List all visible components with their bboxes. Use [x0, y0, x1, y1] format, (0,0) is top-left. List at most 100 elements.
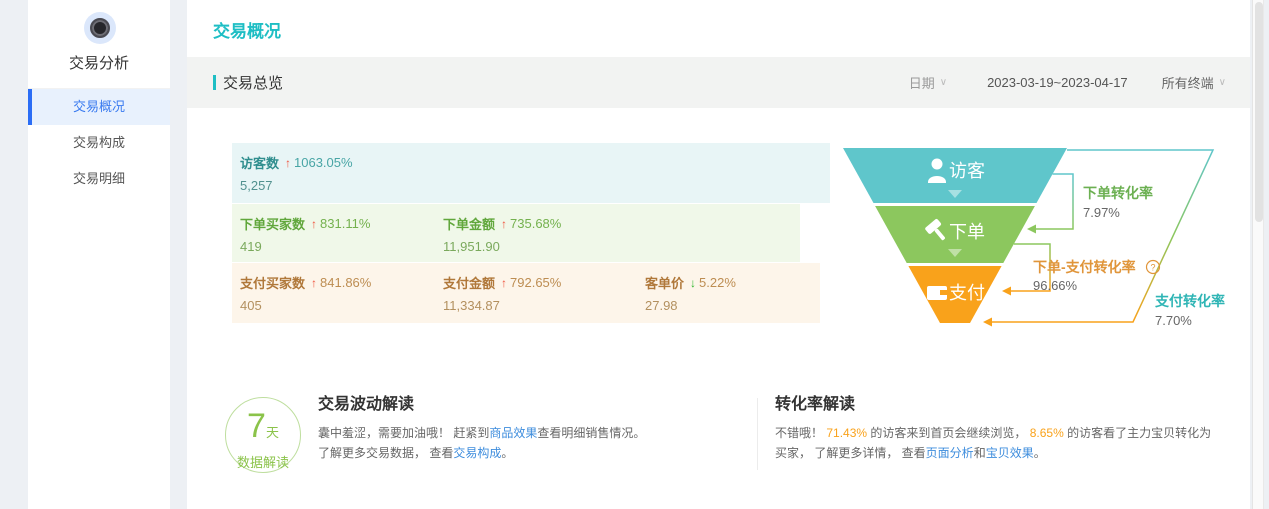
- trend-up-icon: ↑: [501, 276, 507, 290]
- filters: 日期 ∨ 2023-03-19~2023-04-17 所有终端 ∨: [909, 73, 1230, 92]
- insight-text: 了解更多交易数据， 查看: [318, 446, 453, 460]
- item-effect-link[interactable]: 宝贝效果: [986, 446, 1034, 460]
- arrow-left-icon: [1027, 225, 1036, 234]
- metric-change-pct: 831.11%: [320, 216, 370, 231]
- highlight-pct: 8.65%: [1030, 426, 1064, 440]
- sidebar-item-trade-composition[interactable]: 交易构成: [28, 125, 170, 161]
- page-analysis-link[interactable]: 页面分析: [926, 446, 974, 460]
- metric-row-visitors: 访客数 ↑ 1063.05% 5,257: [232, 143, 830, 203]
- metric-change-pct: 1063.05%: [294, 155, 353, 170]
- scrollbar-thumb[interactable]: [1255, 2, 1263, 222]
- insight-text: 。: [1034, 446, 1046, 460]
- sidebar-item-label: 交易概况: [73, 99, 125, 114]
- metric-label: 下单金额: [443, 214, 495, 233]
- insight-line: 不错哦！ 71.43% 的访客来到首页会继续浏览， 8.65% 的访客看了主力宝…: [775, 423, 1213, 463]
- funnel-stage-label: 访客: [949, 161, 985, 181]
- title-bar: 交易概况: [187, 0, 1250, 57]
- insight-text: 。: [501, 446, 513, 460]
- section-bar: 交易总览 日期 ∨ 2023-03-19~2023-04-17 所有终端 ∨: [187, 57, 1250, 108]
- sidebar-title: 交易分析: [28, 52, 170, 73]
- insight-title: 转化率解读: [775, 390, 1213, 414]
- badge-unit: 天: [266, 425, 279, 440]
- metric-label: 支付买家数: [240, 273, 305, 292]
- metric-label: 访客数: [240, 153, 279, 172]
- metric-order-buyers: 下单买家数 ↑ 831.11% 419: [240, 214, 370, 254]
- sidebar-item-trade-detail[interactable]: 交易明细: [28, 161, 170, 197]
- insight-title: 交易波动解读: [318, 390, 748, 414]
- date-dropdown[interactable]: 日期: [909, 73, 935, 92]
- page-title: 交易概况: [213, 17, 281, 42]
- chevron-down-icon[interactable]: ∨: [940, 77, 947, 88]
- conversion-value: 7.97%: [1083, 205, 1120, 220]
- badge-number: 7: [247, 407, 266, 445]
- insight-text: 查看明细销售情况。: [537, 426, 645, 440]
- arrow-left-icon: [1002, 287, 1011, 296]
- terminal-dropdown[interactable]: 所有终端: [1162, 73, 1214, 92]
- metric-change-pct: 5.22%: [699, 275, 736, 290]
- metric-value: 11,951.90: [443, 239, 561, 254]
- arrow-left-icon: [983, 318, 992, 327]
- insight-text: 囊中羞涩，需要加油哦！ 赶紧到: [318, 426, 489, 440]
- metric-label: 支付金额: [443, 273, 495, 292]
- sidebar-item-trade-overview[interactable]: 交易概况: [28, 89, 170, 125]
- help-icon[interactable]: ?: [1147, 261, 1160, 274]
- sidebar-menu: 交易概况 交易构成 交易明细: [28, 88, 170, 197]
- trend-up-icon: ↑: [311, 217, 317, 231]
- metric-order-amount: 下单金额 ↑ 735.68% 11,951.90: [443, 214, 561, 254]
- product-effect-link[interactable]: 商品效果: [489, 426, 537, 440]
- highlight-pct: 71.43%: [826, 426, 867, 440]
- trend-up-icon: ↑: [311, 276, 317, 290]
- chevron-down-icon[interactable]: ∨: [1219, 77, 1226, 88]
- insight-trade-fluctuation: 交易波动解读 囊中羞涩，需要加油哦！ 赶紧到商品效果查看明细销售情况。 了解更多…: [318, 390, 748, 463]
- vertical-divider: [757, 398, 758, 470]
- funnel-stage-label: 支付: [949, 283, 985, 303]
- insight-text: 的访客来到首页会继续浏览，: [867, 426, 1030, 440]
- svg-text:?: ?: [1150, 263, 1155, 273]
- main-content: 交易概况 交易总览 日期 ∨ 2023-03-19~2023-04-17 所有终…: [187, 0, 1250, 509]
- metric-avg-order-value: 客单价 ↓ 5.22% 27.98: [645, 273, 736, 313]
- metric-change-pct: 735.68%: [510, 216, 561, 231]
- insight-line: 囊中羞涩，需要加油哦！ 赶紧到商品效果查看明细销售情况。: [318, 423, 748, 443]
- sidebar-item-label: 交易明细: [73, 171, 125, 186]
- conversion-value: 7.70%: [1155, 313, 1192, 328]
- metric-value: 419: [240, 239, 370, 254]
- metric-row-payments: 支付买家数 ↑ 841.86% 405 支付金额 ↑ 792.65% 11,33…: [232, 263, 820, 323]
- conversion-label: 支付转化率: [1154, 293, 1225, 309]
- shop-avatar: [84, 12, 116, 44]
- page: 交易分析 交易概况 交易构成 交易明细 交易概况 交易总览 日期: [0, 0, 1269, 509]
- conversion-funnel-chart: 访客 下单 支付 下单转化率 7.97% 下单-支付转化率 ?: [837, 138, 1237, 338]
- section-title-text: 交易总览: [223, 72, 283, 93]
- trend-up-icon: ↑: [285, 156, 291, 170]
- metric-row-orders: 下单买家数 ↑ 831.11% 419 下单金额 ↑ 735.68% 11,95…: [232, 204, 800, 262]
- section-title-tick: [213, 75, 216, 90]
- conversion-label: 下单-支付转化率: [1033, 259, 1136, 275]
- insight-text: 不错哦！: [775, 426, 826, 440]
- metric-label: 下单买家数: [240, 214, 305, 233]
- section-title: 交易总览: [213, 72, 283, 93]
- metric-change-pct: 841.86%: [320, 275, 371, 290]
- metric-value: 405: [240, 298, 371, 313]
- seven-day-badge: 7天 数据解读: [225, 397, 301, 473]
- metric-change-pct: 792.65%: [510, 275, 561, 290]
- metric-pay-amount: 支付金额 ↑ 792.65% 11,334.87: [443, 273, 561, 313]
- funnel-stage-label: 下单: [949, 222, 985, 242]
- active-indicator-bar: [28, 89, 32, 125]
- insight-text: 和: [974, 446, 986, 460]
- sidebar: 交易分析 交易概况 交易构成 交易明细: [28, 0, 170, 509]
- conversion-label: 下单转化率: [1083, 185, 1153, 201]
- metric-value: 27.98: [645, 298, 736, 313]
- metric-value: 11,334.87: [443, 298, 561, 313]
- badge-caption: 数据解读: [226, 452, 300, 471]
- shop-logo-icon: [90, 18, 110, 38]
- conversion-value: 96.66%: [1033, 278, 1078, 293]
- trend-up-icon: ↑: [501, 217, 507, 231]
- trade-composition-link[interactable]: 交易构成: [453, 446, 501, 460]
- insight-line: 了解更多交易数据， 查看交易构成。: [318, 443, 748, 463]
- date-range-picker[interactable]: 2023-03-19~2023-04-17: [987, 75, 1128, 90]
- scrollbar[interactable]: [1252, 0, 1264, 509]
- insight-conversion: 转化率解读 不错哦！ 71.43% 的访客来到首页会继续浏览， 8.65% 的访…: [775, 390, 1213, 463]
- pay-wallet-icon: [927, 286, 947, 300]
- metric-value: 5,257: [240, 178, 353, 193]
- metric-label: 客单价: [645, 273, 684, 292]
- trend-down-icon: ↓: [690, 276, 696, 290]
